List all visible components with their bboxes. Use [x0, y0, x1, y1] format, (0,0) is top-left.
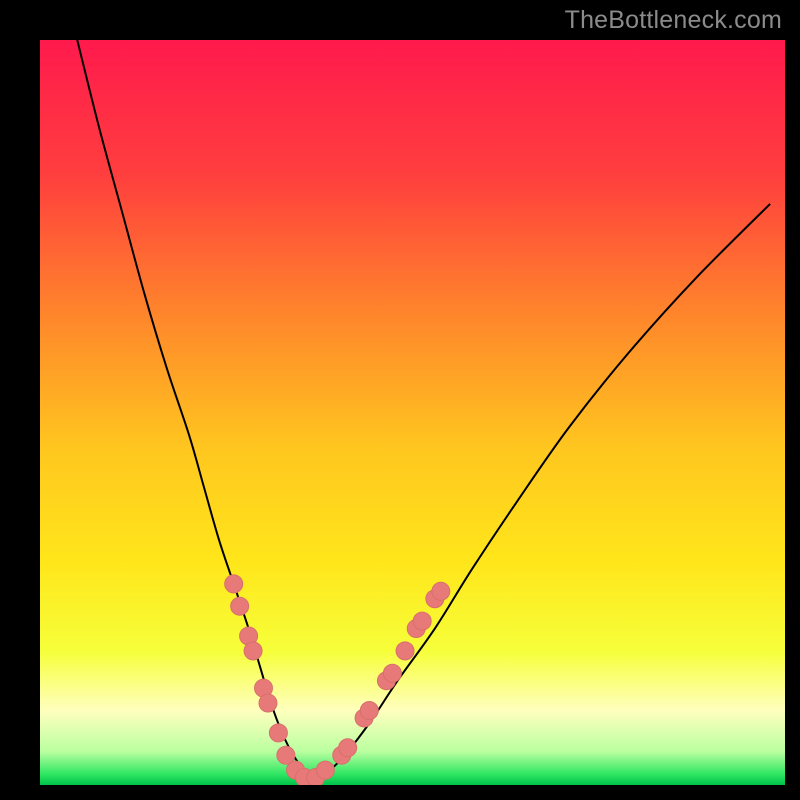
curve-markers	[225, 575, 450, 785]
plot-area	[40, 40, 785, 785]
marker-dot	[244, 642, 262, 660]
marker-dot	[316, 761, 334, 779]
marker-dot	[339, 739, 357, 757]
marker-dot	[413, 612, 431, 630]
marker-dot	[360, 702, 378, 720]
marker-dot	[396, 642, 414, 660]
marker-dot	[259, 694, 277, 712]
chart-frame: TheBottleneck.com	[0, 0, 800, 800]
marker-dot	[383, 664, 401, 682]
bottleneck-curve	[77, 40, 770, 778]
marker-dot	[432, 582, 450, 600]
watermark-text: TheBottleneck.com	[565, 6, 782, 35]
marker-dot	[269, 724, 287, 742]
marker-dot	[231, 597, 249, 615]
curve-layer	[40, 40, 785, 785]
marker-dot	[225, 575, 243, 593]
